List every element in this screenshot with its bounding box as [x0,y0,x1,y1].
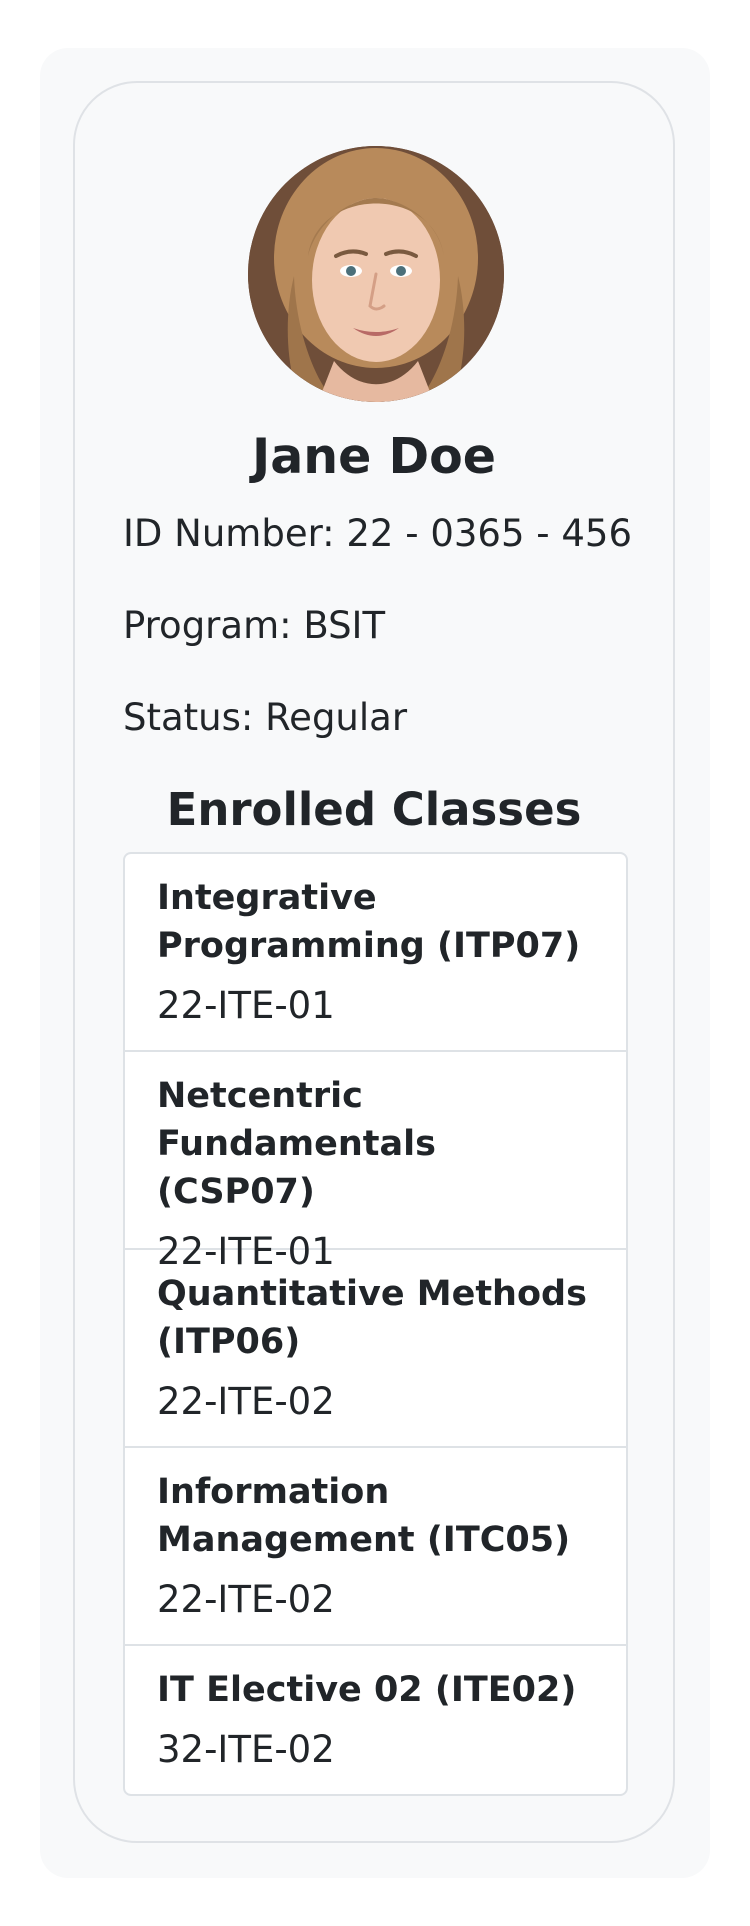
student-program: Program: BSIT [123,604,386,647]
class-list-item: Integrative Programming (ITP07) 22-ITE-0… [125,854,626,1052]
student-name: Jane Doe [251,428,497,485]
student-id-number: ID Number: 22 - 0365 - 456 [123,512,632,555]
class-name: Quantitative Methods (ITP06) [157,1274,587,1362]
enrolled-classes-list: Integrative Programming (ITP07) 22-ITE-0… [123,852,628,1796]
class-list-item: Quantitative Methods (ITP06) 22-ITE-02 [125,1250,626,1448]
class-section: 22-ITE-02 [157,1380,335,1423]
class-section: 22-ITE-02 [157,1578,335,1621]
class-name: IT Elective 02 (ITE02) [157,1670,577,1710]
class-list-item: IT Elective 02 (ITE02) 32-ITE-02 [125,1646,626,1794]
class-name: Information Management (ITC05) [157,1472,571,1560]
student-status: Status: Regular [123,696,408,739]
enrolled-classes-heading: Enrolled Classes [166,783,582,836]
class-list-item: Information Management (ITC05) 22-ITE-02 [125,1448,626,1646]
avatar-photo [248,146,504,402]
class-name: Integrative Programming (ITP07) [157,878,581,966]
student-avatar [248,146,504,402]
class-section: 22-ITE-01 [157,984,335,1027]
class-name: Netcentric Fundamentals (CSP07) [157,1076,436,1212]
class-section: 32-ITE-02 [157,1728,335,1771]
class-list-item: Netcentric Fundamentals (CSP07) 22-ITE-0… [125,1052,626,1273]
